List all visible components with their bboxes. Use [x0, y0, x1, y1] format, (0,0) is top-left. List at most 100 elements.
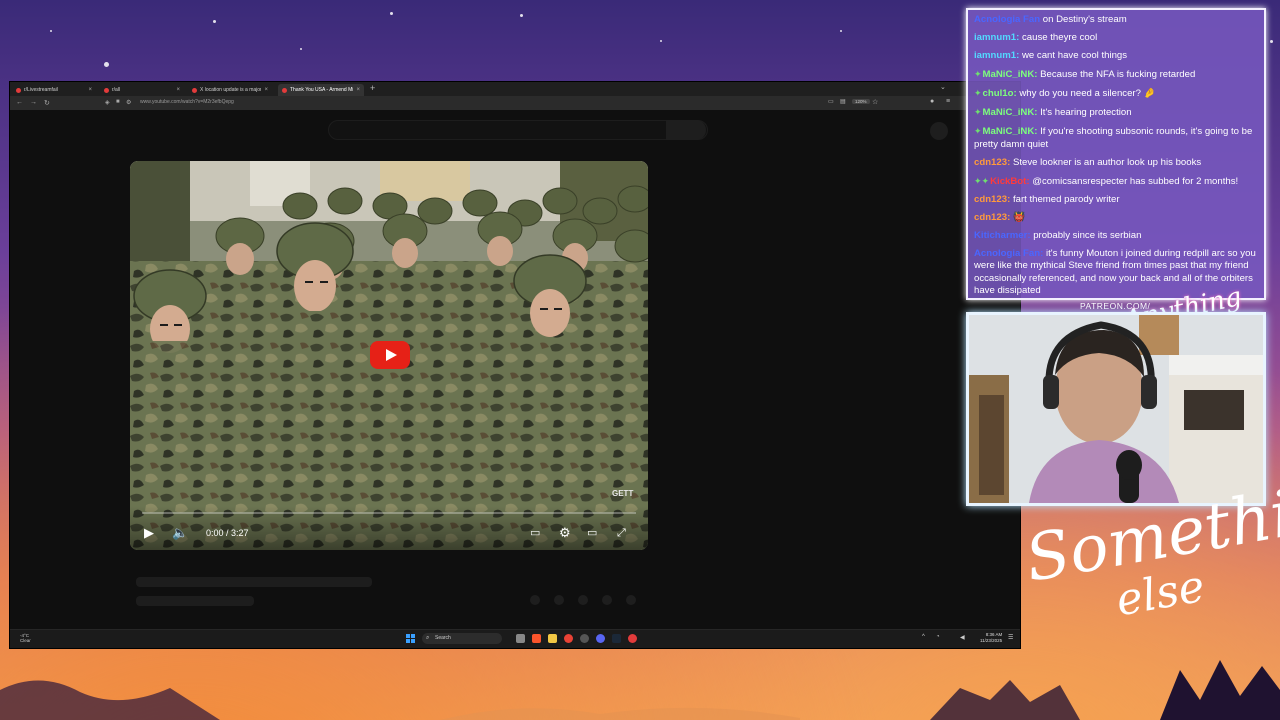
chat-text: 👹	[1012, 211, 1025, 223]
tab-youtube-video[interactable]: Thank You USA - Armend Mifta ×	[278, 84, 364, 96]
back-icon[interactable]: ←	[16, 99, 23, 106]
captions-icon[interactable]: ▭	[530, 526, 540, 540]
sub-badge-icon: ✦	[974, 88, 982, 98]
chat-username[interactable]: MaNiC_iNK:	[983, 126, 1038, 137]
chat-message: Kiticharmer: probably since its serbian	[974, 230, 1258, 243]
play-icon[interactable]: ▶	[144, 526, 154, 540]
chrome-icon[interactable]	[564, 634, 573, 643]
tab-label: X location update is a major ev	[200, 87, 262, 93]
chat-username[interactable]: MaNiC_iNK:	[983, 107, 1038, 118]
bookmark-star-icon[interactable]: ☆	[872, 98, 878, 106]
zoom-level[interactable]: 120%	[852, 99, 870, 104]
chat-username[interactable]: cdn123:	[974, 157, 1010, 168]
chat-text: on Destiny's stream	[1042, 14, 1127, 25]
chat-username[interactable]: iamnum1:	[974, 50, 1019, 61]
tray-overflow-icon[interactable]: ^	[922, 634, 925, 640]
chat-username[interactable]: iamnum1:	[974, 32, 1019, 43]
video-player[interactable]: GETT ▶ 🔈 0:00 / 3:27 ▭ ⚙ ▭ ⤢	[130, 161, 648, 550]
permissions-icon[interactable]: ⚙	[126, 99, 131, 106]
windows-start-icon[interactable]	[406, 634, 415, 643]
shield-icon[interactable]: ◈	[105, 99, 110, 106]
chat-message: iamnum1: cause theyre cool	[974, 32, 1258, 45]
steam-icon[interactable]	[612, 634, 621, 643]
chat-username[interactable]: cdn123:	[974, 212, 1010, 223]
chat-panel: Acnologia Fan on Destiny's stream iamnum1…	[966, 8, 1266, 300]
volume-icon[interactable]: 🔈	[172, 526, 188, 540]
tab-label: Thank You USA - Armend Mifta	[290, 87, 354, 93]
play-button-large[interactable]	[370, 341, 410, 369]
player-controls: ▶ 🔈 0:00 / 3:27 ▭ ⚙ ▭ ⤢	[130, 506, 648, 550]
chat-text: fart themed parody writer	[1012, 193, 1120, 205]
chat-username[interactable]: chul1o:	[983, 88, 1017, 99]
close-icon[interactable]: ×	[176, 87, 180, 93]
chat-text: we cant have cool things	[1022, 50, 1128, 61]
reader-icon[interactable]: ▤	[840, 98, 846, 105]
youtube-search-input[interactable]	[328, 120, 708, 140]
webcam-feed	[966, 312, 1266, 506]
chat-username[interactable]: Kiticharmer:	[974, 230, 1031, 241]
settings-icon[interactable]: ⚙	[559, 526, 571, 540]
extension-icon[interactable]: ●	[930, 98, 934, 105]
star	[104, 62, 109, 67]
tab-list-icon[interactable]: ⌄	[940, 83, 946, 91]
chat-username[interactable]: Acnologia Fan	[974, 14, 1040, 25]
weather-desc: Clear	[20, 638, 31, 643]
tab-x-location[interactable]: X location update is a major ev ×	[188, 84, 272, 96]
notification-icon[interactable]: ☰	[1008, 634, 1013, 641]
task-view-icon[interactable]	[516, 634, 525, 643]
chat-text: @comicsansrespecter has subbed for 2 mon…	[1032, 175, 1239, 187]
fullscreen-icon[interactable]: ⤢	[617, 526, 626, 540]
url-field[interactable]: www.youtube.com/watch?v=M2r3efbQepg	[140, 99, 234, 105]
chat-text: cause theyre cool	[1022, 32, 1098, 43]
taskbar-search[interactable]: ⌕ Search	[422, 633, 502, 644]
star	[213, 20, 216, 23]
star	[660, 40, 662, 42]
reddit-icon	[192, 87, 197, 93]
watermark: GETT	[612, 489, 634, 498]
webcam-scene	[969, 315, 1263, 503]
taskbar-search-label: Search	[435, 635, 451, 641]
chat-message: cdn123: fart themed parody writer	[974, 194, 1258, 207]
taskbar-clock[interactable]: 8:36 AM 11/23/2025	[980, 632, 1002, 644]
chat-message: Acnologia Fan on Destiny's stream	[974, 14, 1258, 27]
tab-bar: r/Livestreamfail × r/all × X location up…	[10, 82, 1020, 96]
chat-username[interactable]: Acnologia Fan:	[974, 248, 1043, 259]
tab-livestreamfail[interactable]: r/Livestreamfail ×	[12, 84, 96, 96]
avatar[interactable]	[930, 122, 948, 140]
sub-badge-icon: ✦✦	[974, 175, 990, 186]
youtube-search-button[interactable]	[666, 120, 706, 140]
new-tab-icon[interactable]: +	[370, 83, 375, 93]
action-skeleton	[530, 595, 540, 605]
chat-username[interactable]: MaNiC_iNK:	[983, 69, 1038, 80]
lock-icon: ■	[116, 99, 120, 105]
action-skeleton	[578, 595, 588, 605]
theater-mode-icon[interactable]: ▭	[587, 526, 597, 540]
tab-label: r/all	[112, 87, 121, 93]
progress-bar[interactable]	[142, 512, 636, 514]
chat-username[interactable]: cdn123:	[974, 194, 1010, 205]
brave-browser-icon[interactable]	[532, 634, 541, 643]
chat-message: cdn123: Steve lookner is an author look …	[974, 157, 1258, 170]
close-icon[interactable]: ×	[264, 87, 268, 93]
picture-in-picture-icon[interactable]: ▭	[828, 98, 834, 105]
sub-badge-icon: ✦	[974, 107, 982, 117]
tab-all[interactable]: r/all ×	[100, 84, 184, 96]
star	[520, 14, 523, 17]
weather-widget[interactable]: -4°C Clear	[20, 633, 31, 643]
volume-tray-icon[interactable]: ◀	[960, 634, 965, 641]
reload-icon[interactable]: ↻	[44, 99, 50, 107]
forward-icon[interactable]: →	[30, 99, 37, 106]
chat-username[interactable]: KickBot:	[990, 176, 1029, 187]
app-icon[interactable]	[628, 634, 637, 643]
file-explorer-icon[interactable]	[548, 634, 557, 643]
close-icon[interactable]: ×	[88, 87, 92, 93]
discord-icon[interactable]	[596, 634, 605, 643]
close-icon[interactable]: ×	[356, 87, 360, 93]
menu-icon[interactable]: ≡	[946, 98, 950, 105]
search-icon: ⌕	[426, 635, 430, 641]
network-icon[interactable]: ◔	[936, 634, 940, 640]
chat-message: ✦MaNiC_iNK: If you're shooting subsonic …	[974, 125, 1258, 151]
star	[300, 48, 302, 50]
obs-icon[interactable]	[580, 634, 589, 643]
action-skeleton	[554, 595, 564, 605]
